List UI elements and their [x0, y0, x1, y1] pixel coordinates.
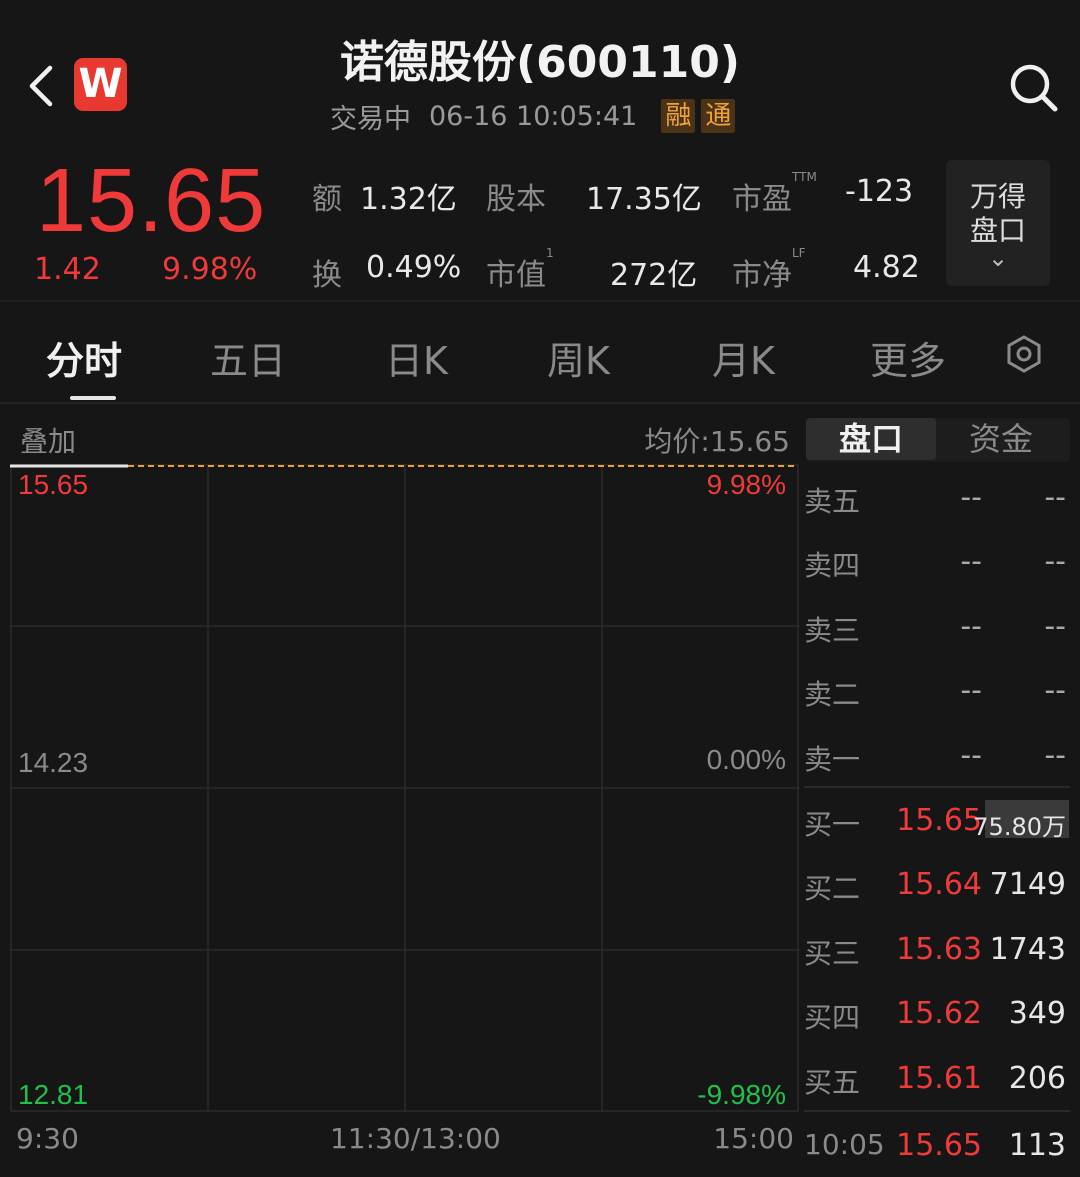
stat-label-shares: 股本 — [486, 182, 546, 217]
tab-daily-k[interactable]: 日K — [385, 330, 448, 385]
stat-label-mktcap: 市值1 — [486, 246, 554, 293]
ask-row: 卖二 -- -- — [804, 673, 1066, 711]
divider — [804, 786, 1070, 788]
y-label-mid: 14.23 — [18, 747, 88, 778]
divider — [0, 402, 1080, 404]
bid-row: 买四 15.62 349 — [804, 996, 1066, 1034]
pct-label-bottom: -9.98% — [697, 1079, 786, 1110]
search-icon — [1010, 64, 1058, 112]
stat-value-mktcap: 272亿 — [610, 258, 698, 293]
ask-row: 卖一 -- -- — [804, 738, 1066, 776]
stock-title: 诺德股份(600110) — [340, 37, 740, 88]
tab-capital-flow[interactable]: 资金 — [936, 418, 1066, 460]
chart-grid — [10, 464, 800, 1112]
ask-row: 卖五 -- -- — [804, 480, 1066, 518]
timestamp: 06-16 10:05:41 — [429, 100, 638, 132]
status-row: 交易中 06-16 10:05:41 融 通 — [330, 96, 736, 136]
y-label-bottom: 12.81 — [18, 1079, 88, 1110]
stat-value-pb: 4.82 — [853, 250, 920, 285]
tab-five-day[interactable]: 五日 — [210, 330, 286, 385]
settings-icon — [1007, 335, 1041, 373]
ask-row: 卖三 -- -- — [804, 609, 1066, 647]
ask-row: 卖四 -- -- — [804, 544, 1066, 582]
search-button[interactable] — [1006, 60, 1060, 114]
price-change: 1.42 — [34, 252, 101, 287]
tab-weekly-k[interactable]: 周K — [547, 330, 610, 385]
intraday-chart[interactable]: 15.65 14.23 12.81 9.98% 0.00% -9.98% — [10, 464, 800, 1114]
bid-row: 买二 15.64 7149 — [804, 867, 1066, 905]
current-price: 15.65 — [36, 151, 267, 251]
chevron-down-icon: ⌄ — [987, 244, 1009, 272]
stat-label-pe: 市盈TTM — [732, 170, 817, 217]
stat-value-amount: 1.32亿 — [360, 182, 457, 217]
stat-value-pe: -123 — [845, 174, 914, 209]
trade-row: 10:05 15.65 113 — [804, 1128, 1066, 1163]
stat-value-shares: 17.35亿 — [586, 182, 702, 217]
active-tab-indicator — [70, 396, 116, 400]
bid-row: 买三 15.63 1743 — [804, 932, 1066, 970]
x-label-mid: 11:30/13:00 — [330, 1122, 501, 1155]
tab-orderbook[interactable]: 盘口 — [806, 418, 936, 460]
trading-status: 交易中 — [330, 103, 411, 135]
divider — [804, 1110, 1070, 1112]
margin-tag: 融 — [661, 99, 696, 133]
stat-label-turnover: 换 — [312, 258, 342, 293]
price-change-pct: 9.98% — [162, 252, 258, 287]
connect-tag: 通 — [701, 99, 736, 133]
stat-label-amount: 额 — [312, 182, 342, 217]
stat-label-pb: 市净LF — [732, 246, 806, 293]
wande-line1: 万得 — [969, 180, 1026, 213]
tab-intraday[interactable]: 分时 — [46, 330, 122, 385]
overlay-button[interactable]: 叠加 — [20, 420, 76, 460]
pct-label-mid: 0.00% — [707, 744, 786, 775]
chart-settings-button[interactable] — [1004, 334, 1044, 374]
x-label-start: 9:30 — [16, 1122, 79, 1155]
wande-orderbook-button[interactable]: 万得 盘口 ⌄ — [946, 160, 1050, 286]
tab-monthly-k[interactable]: 月K — [712, 330, 775, 385]
y-label-top: 15.65 — [18, 469, 88, 500]
divider — [0, 300, 1080, 302]
bid-row: 买一 15.65 75.80万 — [804, 803, 1066, 841]
bid-row: 买五 15.61 206 — [804, 1061, 1066, 1099]
wande-line2: 盘口 — [969, 214, 1026, 247]
avg-price-label: 均价:15.65 — [644, 425, 790, 458]
pct-label-top: 9.98% — [707, 469, 786, 500]
tab-more[interactable]: 更多 — [870, 330, 946, 385]
x-label-end: 15:00 — [713, 1122, 794, 1155]
stat-value-turnover: 0.49% — [366, 250, 462, 285]
